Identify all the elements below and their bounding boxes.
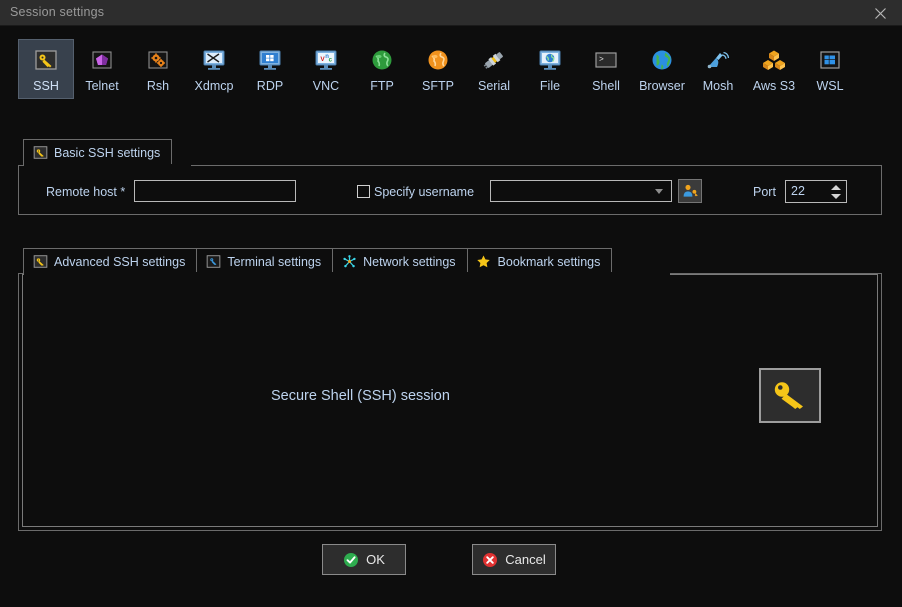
protocol-label: Telnet	[85, 79, 119, 93]
vnc-monitor-icon: V n c	[312, 46, 340, 74]
svg-text:>: >	[599, 56, 604, 65]
protocol-item-shell[interactable]: > Shell	[578, 39, 634, 99]
tab-label: Basic SSH settings	[54, 145, 161, 160]
tab-network-settings[interactable]: Network settings	[333, 248, 468, 274]
protocol-item-serial[interactable]: Serial	[466, 39, 522, 99]
tab-terminal-settings[interactable]: Terminal settings	[197, 248, 334, 274]
telnet-cube-icon	[88, 46, 116, 74]
xdmcp-monitor-icon	[200, 46, 228, 74]
basic-tab-cover	[24, 164, 191, 167]
ftp-globe-green-icon	[368, 46, 396, 74]
port-value: 22	[791, 184, 805, 198]
close-x-icon	[874, 7, 886, 19]
ssh-key-icon	[759, 368, 821, 423]
protocol-label: RDP	[256, 79, 284, 93]
wsl-windows-icon	[816, 46, 844, 74]
remote-host-label: Remote host *	[46, 185, 126, 199]
sftp-globe-orange-icon	[424, 46, 452, 74]
ssh-content-panel: Secure Shell (SSH) session	[22, 274, 878, 527]
tab-label: Advanced SSH settings	[54, 254, 186, 269]
chevron-down-icon	[655, 189, 663, 194]
terminal-icon	[205, 254, 221, 270]
tab-label: Terminal settings	[227, 254, 322, 269]
session-description: Secure Shell (SSH) session	[271, 388, 450, 404]
protocol-toolbar: SSH Telnet Rsh Xdmcp RDP V n c VNC FTP S…	[0, 26, 902, 110]
browser-globe-icon	[648, 46, 676, 74]
specify-username-label: Specify username	[374, 185, 475, 199]
protocol-item-wsl[interactable]: WSL	[802, 39, 858, 99]
tab-advanced-ssh-settings[interactable]: Advanced SSH settings	[23, 248, 198, 274]
ssh-key-icon	[32, 254, 48, 270]
protocol-item-ssh[interactable]: SSH	[18, 39, 74, 99]
protocol-item-file[interactable]: File	[522, 39, 578, 99]
user-picker-button[interactable]	[678, 179, 702, 203]
network-node-icon	[341, 254, 357, 270]
protocol-label: SFTP	[422, 79, 454, 93]
protocol-label: SSH	[33, 79, 59, 93]
title-bar: Session settings	[0, 0, 902, 26]
check-circle-green-icon	[344, 552, 359, 567]
protocol-label: WSL	[816, 79, 844, 93]
basic-settings-tabstrip: Basic SSH settings	[23, 139, 173, 165]
protocol-item-vnc[interactable]: V n c VNC	[298, 39, 354, 99]
shell-prompt-icon: >	[592, 46, 620, 74]
protocol-item-mosh[interactable]: Mosh	[690, 39, 746, 99]
protocol-label: FTP	[370, 79, 394, 93]
aws-s3-boxes-icon	[760, 46, 788, 74]
rdp-windows-icon	[256, 46, 284, 74]
protocol-label: File	[539, 79, 561, 93]
ssh-key-icon	[32, 145, 48, 161]
protocol-label: Shell	[592, 79, 620, 93]
protocol-item-sftp[interactable]: SFTP	[410, 39, 466, 99]
x-circle-red-icon	[483, 552, 498, 567]
protocol-item-telnet[interactable]: Telnet	[74, 39, 130, 99]
protocol-label: Aws S3	[752, 79, 796, 93]
lower-tab-cover	[24, 272, 670, 275]
protocol-label: Mosh	[702, 79, 734, 93]
specify-username-checkbox[interactable]	[357, 185, 370, 198]
rsh-gears-icon	[144, 46, 172, 74]
close-button[interactable]	[858, 0, 902, 26]
tab-label: Bookmark settings	[497, 254, 601, 269]
ok-button-label: OK	[366, 552, 385, 567]
port-spinner[interactable]: 22	[785, 180, 847, 203]
tab-basic-ssh-settings[interactable]: Basic SSH settings	[23, 139, 173, 165]
mosh-satellite-icon	[704, 46, 732, 74]
protocol-label: VNC	[312, 79, 340, 93]
remote-host-input[interactable]	[134, 180, 296, 202]
tab-bookmark-settings[interactable]: Bookmark settings	[467, 248, 613, 274]
ok-button[interactable]: OK	[322, 544, 406, 575]
user-key-icon	[683, 184, 698, 197]
star-icon	[476, 254, 492, 270]
protocol-item-rdp[interactable]: RDP	[242, 39, 298, 99]
protocol-item-ftp[interactable]: FTP	[354, 39, 410, 99]
protocol-label: Xdmcp	[194, 79, 234, 93]
ssh-key-icon	[32, 46, 60, 74]
protocol-label: Rsh	[146, 79, 170, 93]
spinner-up-icon[interactable]	[831, 183, 841, 191]
protocol-label: Serial	[478, 79, 510, 93]
cancel-button[interactable]: Cancel	[472, 544, 556, 575]
tab-label: Network settings	[363, 254, 456, 269]
protocol-item-xdmcp[interactable]: Xdmcp	[186, 39, 242, 99]
file-monitor-globe-icon	[536, 46, 564, 74]
settings-tabstrip: Advanced SSH settings Terminal settings	[23, 248, 613, 274]
cancel-button-label: Cancel	[505, 552, 546, 567]
protocol-item-aws-s3[interactable]: Aws S3	[746, 39, 802, 99]
protocol-item-rsh[interactable]: Rsh	[130, 39, 186, 99]
serial-plug-icon	[480, 46, 508, 74]
port-label: Port	[753, 185, 776, 199]
protocol-item-browser[interactable]: Browser	[634, 39, 690, 99]
protocol-label: Browser	[639, 79, 685, 93]
window-title: Session settings	[10, 5, 105, 19]
spinner-down-icon[interactable]	[831, 192, 841, 200]
username-combobox[interactable]	[490, 180, 672, 202]
